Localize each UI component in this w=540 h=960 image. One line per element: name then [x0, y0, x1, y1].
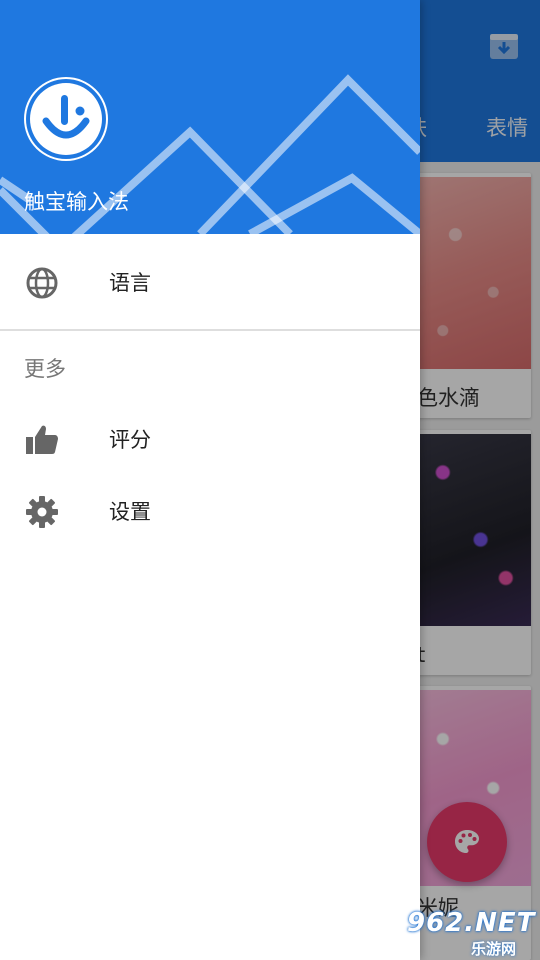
menu-item-label: 设置 [109, 500, 151, 524]
site-watermark-logo: 962.NET 乐游网 [401, 908, 536, 958]
thumbs-up-icon [24, 422, 60, 458]
globe-icon [24, 265, 60, 301]
gear-icon [24, 494, 60, 530]
menu-item-language[interactable]: 语言 [0, 247, 420, 319]
watermark-top-text: 962.NET [407, 908, 536, 938]
watermark-bottom-text: 乐游网 [471, 940, 517, 958]
touchpal-logo-icon [24, 77, 108, 161]
screen: 肤 表情 色水滴 t 米妮 [0, 0, 540, 960]
menu-item-settings[interactable]: 设置 [0, 476, 420, 548]
navigation-drawer: 触宝输入法 语言 更多 评分 设置 [0, 0, 420, 960]
app-name: 触宝输入法 [24, 190, 129, 214]
menu-item-label: 语言 [109, 271, 151, 295]
menu-item-label: 评分 [109, 428, 151, 452]
drawer-header: 触宝输入法 [0, 0, 420, 234]
section-title-more: 更多 [24, 357, 66, 381]
divider [0, 329, 420, 331]
menu-item-rate[interactable]: 评分 [0, 404, 420, 476]
